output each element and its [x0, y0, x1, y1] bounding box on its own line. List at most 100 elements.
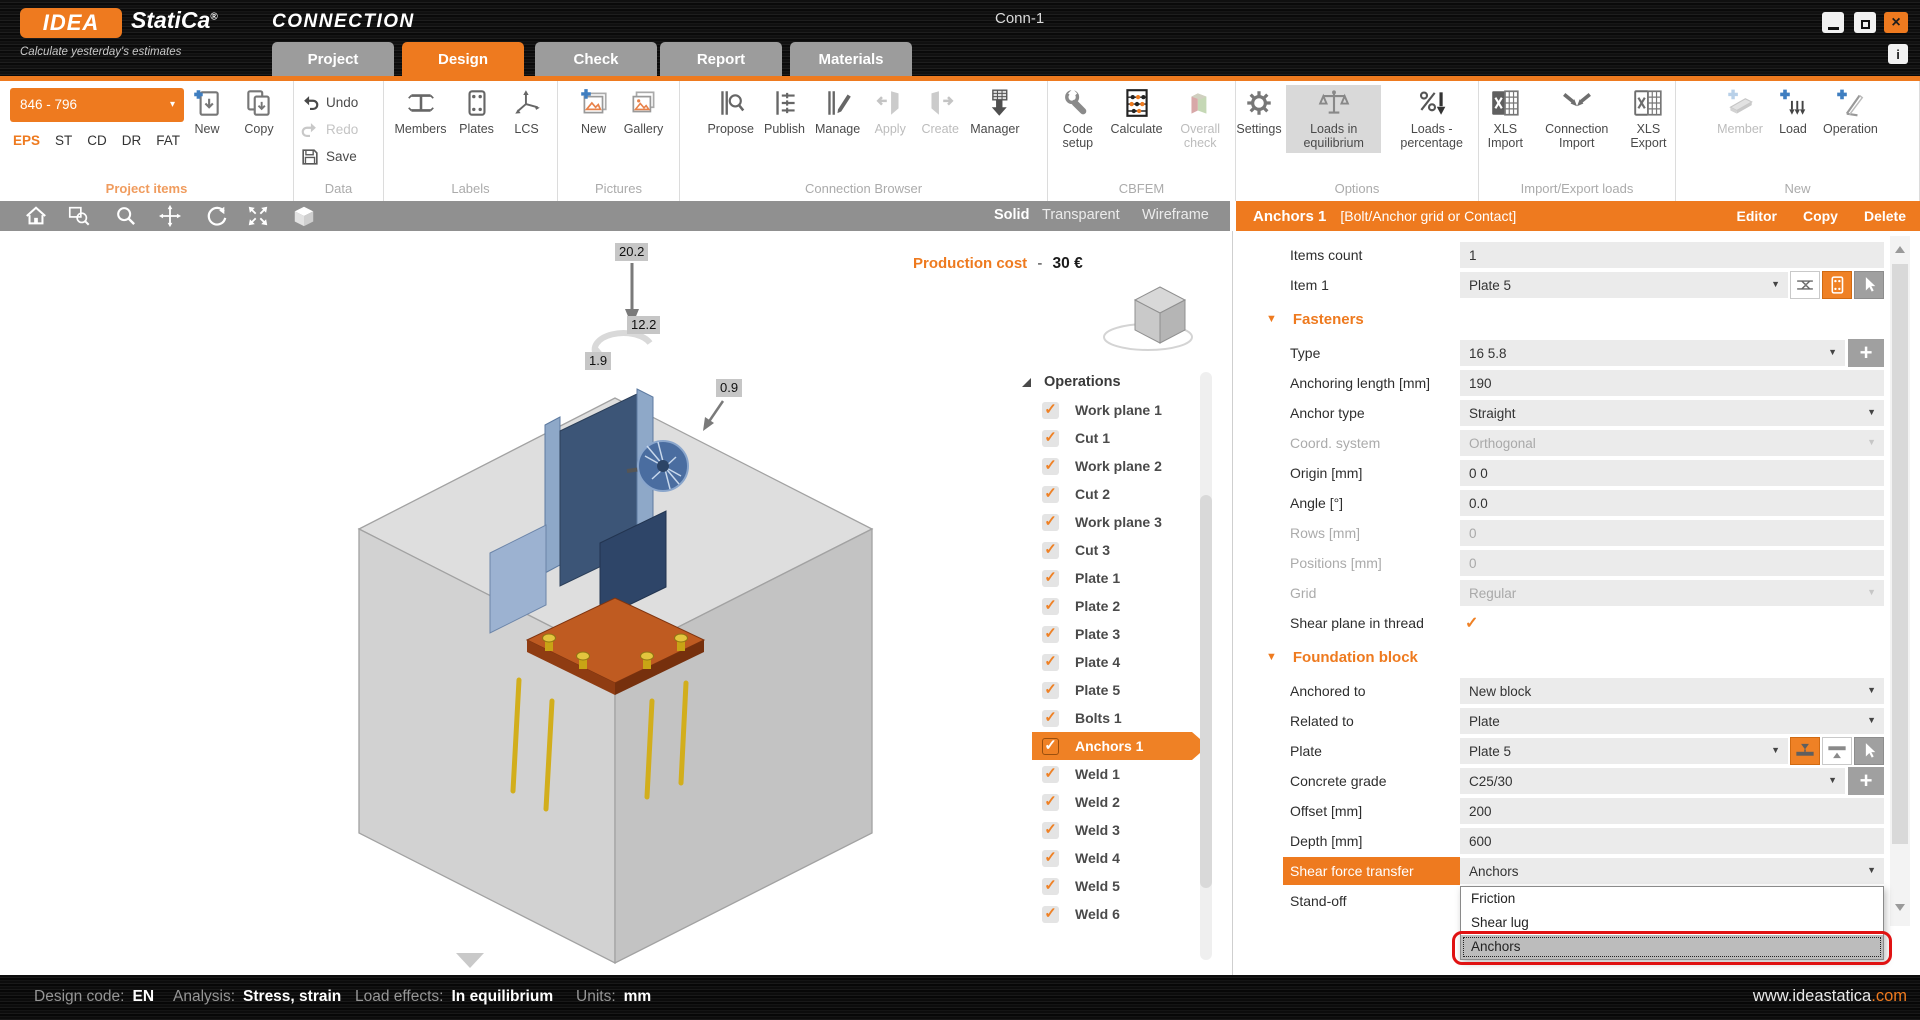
- tab-project[interactable]: Project: [272, 42, 394, 76]
- offset-mm-field[interactable]: 200: [1460, 798, 1884, 824]
- rows-mm-field[interactable]: 0: [1460, 520, 1884, 546]
- plate-below-icon[interactable]: [1822, 737, 1852, 765]
- members-button[interactable]: Members: [391, 85, 449, 138]
- coord-system-dropdown[interactable]: Orthogonal: [1460, 430, 1884, 456]
- lcs-button[interactable]: LCS: [504, 85, 550, 138]
- items-count-field[interactable]: 1: [1460, 242, 1884, 268]
- copy-button[interactable]: Copy: [1803, 208, 1838, 224]
- tree-item-cut-3[interactable]: ✓Cut 3: [1016, 536, 1220, 564]
- tree-item-weld-5[interactable]: ✓Weld 5: [1016, 872, 1220, 900]
- tree-item-anchors-1[interactable]: ✓Anchors 1: [1016, 732, 1220, 760]
- filter-fat[interactable]: FAT: [156, 133, 180, 148]
- rotate-icon[interactable]: [204, 204, 228, 228]
- maximize-button[interactable]: [1854, 12, 1876, 33]
- add-concrete-grade-button[interactable]: +: [1848, 767, 1884, 795]
- anchoring-length-mm-field[interactable]: 190: [1460, 370, 1884, 396]
- checkbox-plate-1[interactable]: ✓: [1042, 570, 1059, 587]
- tree-item-cut-2[interactable]: ✓Cut 2: [1016, 480, 1220, 508]
- positions-mm-field[interactable]: 0: [1460, 550, 1884, 576]
- project-new-button[interactable]: New: [184, 85, 230, 138]
- tree-item-cut-1[interactable]: ✓Cut 1: [1016, 424, 1220, 452]
- minimize-button[interactable]: [1822, 12, 1844, 33]
- delete-button[interactable]: Delete: [1864, 208, 1906, 224]
- loads-percentage-button[interactable]: Loads - percentage: [1385, 85, 1478, 153]
- tree-item-plate-5[interactable]: ✓Plate 5: [1016, 676, 1220, 704]
- checkbox-cut-3[interactable]: ✓: [1042, 542, 1059, 559]
- undo-button[interactable]: Undo: [300, 89, 358, 116]
- tree-item-plate-1[interactable]: ✓Plate 1: [1016, 564, 1220, 592]
- bottom-panel-collapse-arrow[interactable]: [456, 953, 484, 968]
- checkbox-plate-4[interactable]: ✓: [1042, 654, 1059, 671]
- save-button[interactable]: Save: [300, 143, 358, 170]
- plates-button[interactable]: Plates: [454, 85, 500, 138]
- origin-mm-field[interactable]: 0 0: [1460, 460, 1884, 486]
- anchor-type-dropdown[interactable]: Straight: [1460, 400, 1884, 426]
- scroll-up-icon[interactable]: [1895, 246, 1905, 253]
- tree-item-weld-6[interactable]: ✓Weld 6: [1016, 900, 1220, 928]
- connection-import-button[interactable]: Connection Import: [1536, 85, 1618, 153]
- cursor-icon[interactable]: [1854, 271, 1884, 299]
- view-mode-transparent[interactable]: Transparent: [1042, 207, 1120, 223]
- checkbox-shear-plane-in-thread[interactable]: ✓: [1465, 613, 1478, 633]
- filter-dr[interactable]: DR: [122, 133, 142, 148]
- tree-item-weld-2[interactable]: ✓Weld 2: [1016, 788, 1220, 816]
- tree-item-plate-4[interactable]: ✓Plate 4: [1016, 648, 1220, 676]
- section-foundation-block[interactable]: ▼Foundation block: [1238, 638, 1920, 676]
- new-button[interactable]: New: [571, 85, 617, 138]
- grid-dropdown[interactable]: Regular: [1460, 580, 1884, 606]
- tree-item-weld-4[interactable]: ✓Weld 4: [1016, 844, 1220, 872]
- home-icon[interactable]: [24, 204, 48, 228]
- checkbox-cut-2[interactable]: ✓: [1042, 486, 1059, 503]
- shear-force-transfer-dropdown[interactable]: Anchors: [1460, 858, 1884, 884]
- filter-st[interactable]: ST: [55, 133, 72, 148]
- close-button[interactable]: ×: [1884, 12, 1908, 33]
- checkbox-work-plane-2[interactable]: ✓: [1042, 458, 1059, 475]
- info-button[interactable]: i: [1888, 44, 1908, 64]
- loads-in-equilibrium-button[interactable]: Loads in equilibrium: [1286, 85, 1381, 153]
- scroll-down-icon[interactable]: [1895, 904, 1905, 911]
- publish-button[interactable]: Publish: [761, 85, 808, 138]
- operation-button[interactable]: Operation: [1820, 85, 1881, 138]
- tree-item-plate-2[interactable]: ✓Plate 2: [1016, 592, 1220, 620]
- item-1-dropdown[interactable]: Plate 5: [1460, 272, 1788, 298]
- calculate-button[interactable]: Calculate: [1112, 85, 1162, 138]
- pan-icon[interactable]: [158, 204, 182, 228]
- load-button[interactable]: Load: [1770, 85, 1816, 138]
- tree-item-work-plane-1[interactable]: ✓Work plane 1: [1016, 396, 1220, 424]
- xls-import-button[interactable]: XLS Import: [1479, 85, 1532, 153]
- checkbox-work-plane-3[interactable]: ✓: [1042, 514, 1059, 531]
- tree-scrollbar[interactable]: [1200, 372, 1212, 960]
- project-item-selector[interactable]: 846 - 796 ▾: [10, 88, 184, 122]
- tree-item-weld-3[interactable]: ✓Weld 3: [1016, 816, 1220, 844]
- plate-dropdown[interactable]: Plate 5: [1460, 738, 1788, 764]
- checkbox-weld-5[interactable]: ✓: [1042, 878, 1059, 895]
- zoom-window-icon[interactable]: [67, 204, 91, 228]
- tree-item-work-plane-3[interactable]: ✓Work plane 3: [1016, 508, 1220, 536]
- xls-export-button[interactable]: XLS Export: [1622, 85, 1675, 153]
- properties-scrollbar-thumb[interactable]: [1892, 264, 1908, 844]
- checkbox-anchors-1[interactable]: ✓: [1042, 738, 1059, 755]
- tab-check[interactable]: Check: [535, 42, 657, 76]
- checkbox-plate-3[interactable]: ✓: [1042, 626, 1059, 643]
- depth-mm-field[interactable]: 600: [1460, 828, 1884, 854]
- tree-item-plate-3[interactable]: ✓Plate 3: [1016, 620, 1220, 648]
- cursor-icon[interactable]: [1854, 737, 1884, 765]
- tree-scrollbar-thumb[interactable]: [1200, 495, 1212, 888]
- checkbox-weld-4[interactable]: ✓: [1042, 850, 1059, 867]
- cube-icon[interactable]: [292, 204, 316, 228]
- checkbox-bolts-1[interactable]: ✓: [1042, 710, 1059, 727]
- plate-bolts-icon[interactable]: [1822, 271, 1852, 299]
- option-shear-lug[interactable]: Shear lug: [1461, 911, 1883, 935]
- zoom-icon[interactable]: [114, 204, 138, 228]
- checkbox-weld-1[interactable]: ✓: [1042, 766, 1059, 783]
- properties-scrollbar[interactable]: [1890, 236, 1910, 926]
- type-dropdown[interactable]: 16 5.8: [1460, 340, 1845, 366]
- option-anchors[interactable]: Anchors: [1461, 935, 1883, 959]
- related-to-dropdown[interactable]: Plate: [1460, 708, 1884, 734]
- checkbox-plate-2[interactable]: ✓: [1042, 598, 1059, 615]
- anchored-to-dropdown[interactable]: New block: [1460, 678, 1884, 704]
- operations-tree-header[interactable]: Operations: [1016, 368, 1220, 396]
- tree-item-work-plane-2[interactable]: ✓Work plane 2: [1016, 452, 1220, 480]
- concrete-grade-dropdown[interactable]: C25/30: [1460, 768, 1845, 794]
- angle-field[interactable]: 0.0: [1460, 490, 1884, 516]
